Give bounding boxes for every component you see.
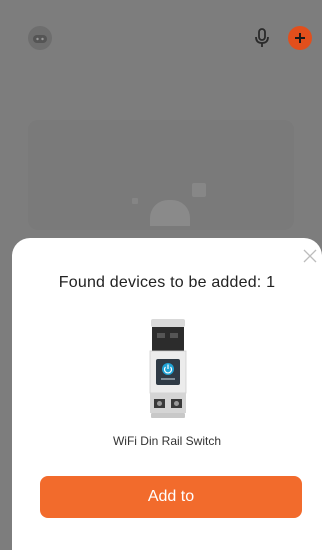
- din-rail-switch-device-image[interactable]: [148, 319, 188, 419]
- dialog-title: Found devices to be added: 1: [58, 274, 276, 291]
- close-icon[interactable]: [302, 248, 318, 264]
- add-to-button[interactable]: Add to: [40, 476, 302, 518]
- screen: Found devices to be added: 1 WiFi Din Ra…: [0, 0, 322, 550]
- background-decoration: [192, 183, 206, 197]
- device-found-dialog: Found devices to be added: 1 WiFi Din Ra…: [12, 238, 322, 550]
- plus-circle-icon[interactable]: [288, 26, 312, 50]
- device-name: WiFi Din Rail Switch: [112, 434, 221, 448]
- home-icon[interactable]: [28, 26, 52, 50]
- microphone-icon[interactable]: [250, 26, 274, 50]
- background-decoration: [150, 200, 190, 226]
- background-decoration: [132, 198, 138, 204]
